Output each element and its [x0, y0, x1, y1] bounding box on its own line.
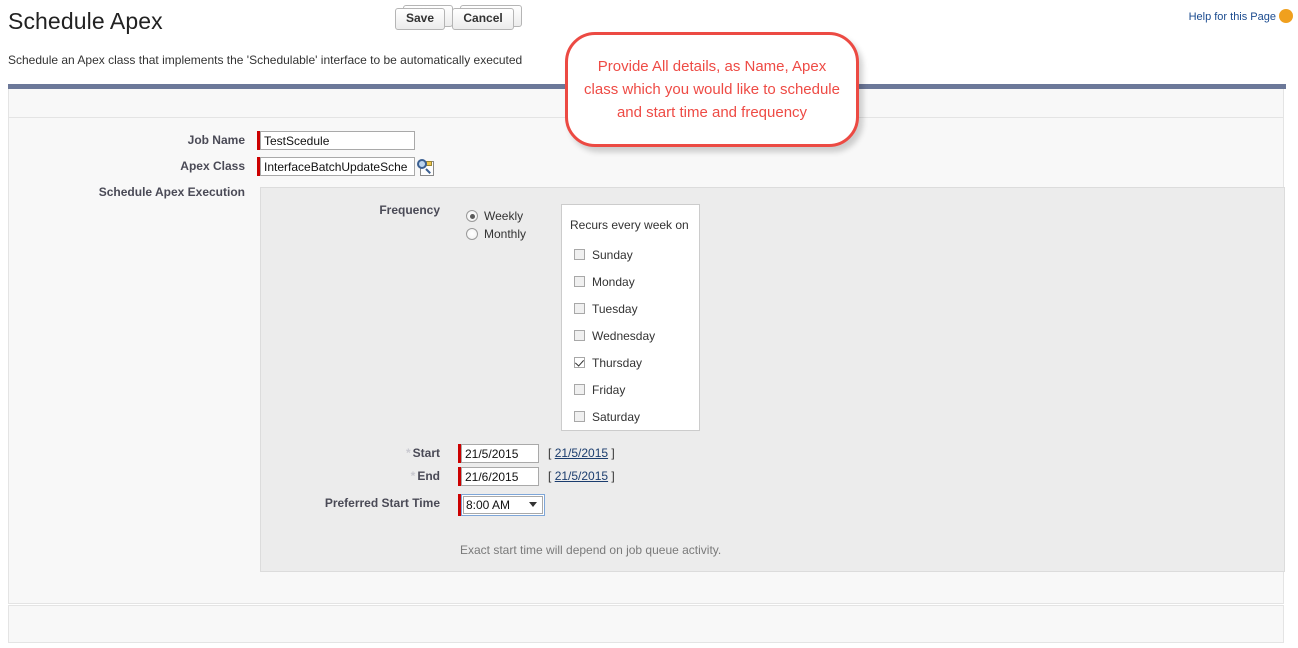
checkbox-icon-monday	[574, 276, 585, 287]
day-label-wednesday: Wednesday	[592, 329, 655, 343]
page-description: Schedule an Apex class that implements t…	[8, 53, 522, 67]
day-label-saturday: Saturday	[592, 410, 640, 424]
start-date-label: *Start	[290, 446, 440, 460]
exact-start-time-note: Exact start time will depend on job queu…	[460, 543, 721, 557]
job-name-input[interactable]	[260, 131, 415, 150]
day-label-tuesday: Tuesday	[592, 302, 638, 316]
checkbox-icon-tuesday	[574, 303, 585, 314]
lookup-magnifier-icon[interactable]	[416, 158, 434, 176]
end-date-today-link[interactable]: 21/5/2015	[555, 469, 608, 483]
bottom-button-group: Save Cancel	[395, 8, 514, 30]
bottom-button-row	[8, 605, 1284, 643]
start-date-input[interactable]	[461, 444, 539, 463]
end-date-field-wrapper	[458, 467, 539, 486]
recurrence-title: Recurs every week on	[570, 218, 689, 232]
end-date-today-shortcut: [ 21/5/2015 ]	[548, 469, 615, 483]
checkbox-icon-wednesday	[574, 330, 585, 341]
page-title: Schedule Apex	[8, 8, 163, 35]
annotation-callout: Provide All details, as Name, Apex class…	[565, 32, 859, 147]
radio-icon-monthly	[466, 228, 478, 240]
required-marker-job-name	[257, 131, 260, 150]
bracket-close-start: ]	[611, 446, 614, 460]
required-marker-end	[458, 467, 461, 486]
start-date-today-shortcut: [ 21/5/2015 ]	[548, 446, 615, 460]
day-checkbox-thursday[interactable]: Thursday	[574, 349, 694, 376]
cancel-button-bottom[interactable]: Cancel	[452, 8, 513, 30]
day-checkbox-monday[interactable]: Monday	[574, 268, 694, 295]
day-label-thursday: Thursday	[592, 356, 642, 370]
checkbox-icon-thursday	[574, 357, 585, 368]
recurrence-day-box: Recurs every week on Sunday Monday Tuesd…	[561, 204, 700, 431]
frequency-label: Frequency	[290, 203, 440, 217]
preferred-start-time-label: Preferred Start Time	[240, 496, 440, 510]
frequency-option-monthly[interactable]: Monthly	[466, 225, 526, 243]
bracket-close-end: ]	[611, 469, 614, 483]
end-date-input[interactable]	[461, 467, 539, 486]
save-button-bottom[interactable]: Save	[395, 8, 445, 30]
annotation-callout-text: Provide All details, as Name, Apex class…	[568, 55, 856, 124]
job-name-label: Job Name	[60, 133, 245, 147]
frequency-option-weekly[interactable]: Weekly	[466, 207, 526, 225]
frequency-radio-group: Weekly Monthly	[466, 207, 526, 243]
checkbox-icon-friday	[574, 384, 585, 395]
required-marker-apex-class	[257, 157, 260, 176]
checkbox-icon-sunday	[574, 249, 585, 260]
end-date-label: *End	[290, 469, 440, 483]
day-checkbox-sunday[interactable]: Sunday	[574, 241, 694, 268]
required-marker-preferred-time	[458, 494, 461, 516]
day-checkbox-saturday[interactable]: Saturday	[574, 403, 694, 430]
bracket-open-start: [	[548, 446, 551, 460]
apex-class-input[interactable]	[260, 157, 415, 176]
bracket-open-end: [	[548, 469, 551, 483]
day-label-monday: Monday	[592, 275, 635, 289]
schedule-execution-panel	[260, 187, 1285, 572]
required-marker-start	[458, 444, 461, 463]
day-checkbox-tuesday[interactable]: Tuesday	[574, 295, 694, 322]
end-date-label-text: End	[417, 469, 440, 483]
help-ball-icon	[1279, 8, 1293, 24]
day-checkbox-friday[interactable]: Friday	[574, 376, 694, 403]
start-date-label-text: Start	[413, 446, 440, 460]
required-asterisk-start: *	[406, 446, 411, 460]
preferred-start-time-field-wrapper: 12:00 AM1:00 AM2:00 AM3:00 AM4:00 AM5:00…	[458, 494, 545, 516]
start-date-field-wrapper	[458, 444, 539, 463]
recurrence-day-list: Sunday Monday Tuesday Wednesday Thursday…	[574, 241, 694, 430]
required-asterisk-end: *	[411, 469, 416, 483]
apex-class-field-wrapper	[257, 157, 415, 176]
checkbox-icon-saturday	[574, 411, 585, 422]
day-label-friday: Friday	[592, 383, 625, 397]
day-checkbox-wednesday[interactable]: Wednesday	[574, 322, 694, 349]
start-date-today-link[interactable]: 21/5/2015	[555, 446, 608, 460]
radio-icon-weekly	[466, 210, 478, 222]
preferred-start-time-shell: 12:00 AM1:00 AM2:00 AM3:00 AM4:00 AM5:00…	[461, 494, 545, 516]
schedule-apex-execution-label: Schedule Apex Execution	[60, 185, 245, 199]
help-for-this-page-link[interactable]: Help for this Page	[1189, 11, 1276, 23]
apex-class-label: Apex Class	[60, 159, 245, 173]
job-name-field-wrapper	[257, 131, 415, 150]
preferred-start-time-select[interactable]: 12:00 AM1:00 AM2:00 AM3:00 AM4:00 AM5:00…	[463, 496, 543, 514]
frequency-option-monthly-label: Monthly	[484, 227, 526, 241]
frequency-option-weekly-label: Weekly	[484, 209, 523, 223]
day-label-sunday: Sunday	[592, 248, 633, 262]
